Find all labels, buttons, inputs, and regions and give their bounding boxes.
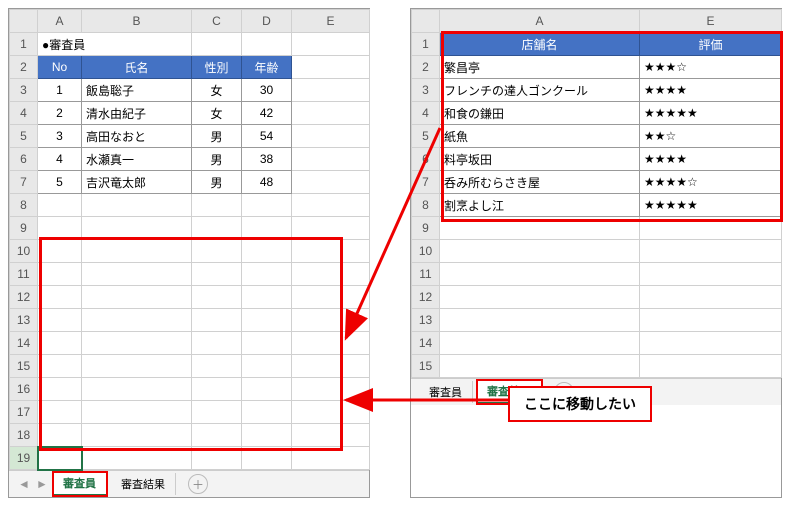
row-header[interactable]: 18 [10,424,38,447]
active-cell[interactable] [38,447,82,470]
col-header-B[interactable]: B [82,10,192,33]
row-header[interactable]: 6 [412,148,440,171]
row-header[interactable]: 13 [412,309,440,332]
row-header[interactable]: 15 [412,355,440,378]
add-sheet-icon[interactable]: ＋ [188,474,208,494]
header-sex[interactable]: 性別 [192,56,242,79]
row-header[interactable]: 16 [10,378,38,401]
row-header[interactable]: 9 [412,217,440,240]
cell[interactable]: 料亭坂田 [440,148,640,171]
header-shop[interactable]: 店舗名 [440,33,640,56]
row-header[interactable]: 8 [10,194,38,217]
tab-judges[interactable]: 審査員 [419,381,473,403]
row-header[interactable]: 11 [10,263,38,286]
tab-nav-next-icon[interactable]: ► [35,477,49,491]
row-header[interactable]: 13 [10,309,38,332]
cell[interactable]: ★★★★ [640,79,782,102]
row-header[interactable]: 17 [10,401,38,424]
cell[interactable]: 呑み所むらさき屋 [440,171,640,194]
cell[interactable]: 高田なおと [82,125,192,148]
row-header[interactable]: 2 [412,56,440,79]
cell[interactable]: フレンチの達人ゴンクール [440,79,640,102]
cell[interactable]: 男 [192,171,242,194]
col-header-C[interactable]: C [192,10,242,33]
left-grid[interactable]: A B C D E 1 ●審査員 2 No 氏名 性別 年齢 3 1 [9,9,370,470]
row-header[interactable]: 12 [412,286,440,309]
row-header[interactable]: 7 [10,171,38,194]
cell[interactable]: 和食の鎌田 [440,102,640,125]
cell[interactable]: 清水由紀子 [82,102,192,125]
row-header[interactable]: 5 [412,125,440,148]
row-header[interactable]: 15 [10,355,38,378]
row-header[interactable]: 11 [412,263,440,286]
row-header[interactable]: 5 [10,125,38,148]
cell[interactable]: 女 [192,79,242,102]
header-rating[interactable]: 評価 [640,33,782,56]
row-header[interactable]: 10 [10,240,38,263]
row-header[interactable]: 1 [412,33,440,56]
row-header[interactable]: 4 [10,102,38,125]
cell[interactable]: 繁昌亭 [440,56,640,79]
col-header-E[interactable]: E [640,10,782,33]
row-header[interactable]: 7 [412,171,440,194]
row-header[interactable]: 3 [10,79,38,102]
left-workbook-pane: A B C D E 1 ●審査員 2 No 氏名 性別 年齢 3 1 [8,8,370,498]
row-header[interactable]: 12 [10,286,38,309]
cell[interactable]: 吉沢竜太郎 [82,171,192,194]
cell[interactable]: 割烹よし江 [440,194,640,217]
cell[interactable]: ★★★★★ [640,102,782,125]
cell[interactable]: 水瀬真一 [82,148,192,171]
row-header[interactable]: 6 [10,148,38,171]
cell[interactable]: ★★★☆ [640,56,782,79]
cell[interactable]: 38 [242,148,292,171]
cell[interactable]: ★★★★ [640,148,782,171]
cell[interactable]: 30 [242,79,292,102]
row-header[interactable]: 14 [10,332,38,355]
col-header-A[interactable]: A [440,10,640,33]
cell[interactable]: 3 [38,125,82,148]
row-header[interactable]: 14 [412,332,440,355]
title-cell[interactable]: ●審査員 [38,33,192,56]
row-header[interactable]: 19 [10,447,38,470]
row-header[interactable]: 1 [10,33,38,56]
cell[interactable]: 48 [242,171,292,194]
tab-results[interactable]: 審査結果 [111,473,176,495]
cell[interactable]: ★★★★★ [640,194,782,217]
row-header[interactable]: 9 [10,217,38,240]
col-header-A[interactable]: A [38,10,82,33]
row-header[interactable]: 10 [412,240,440,263]
row-header[interactable]: 4 [412,102,440,125]
cell[interactable]: 4 [38,148,82,171]
row-header[interactable]: 2 [10,56,38,79]
cell[interactable]: 5 [38,171,82,194]
cell[interactable]: 男 [192,148,242,171]
cell[interactable]: 1 [38,79,82,102]
tab-nav-prev-icon[interactable]: ◄ [17,477,31,491]
right-grid[interactable]: A E 1 店舗名 評価 2 繁昌亭 ★★★☆ 3 フレンチの達人ゴンクール ★… [411,9,782,378]
tab-judges[interactable]: 審査員 [53,472,107,496]
right-workbook-pane: A E 1 店舗名 評価 2 繁昌亭 ★★★☆ 3 フレンチの達人ゴンクール ★… [410,8,782,498]
header-name[interactable]: 氏名 [82,56,192,79]
left-tabbar: ◄ ► 審査員 審査結果 ＋ [9,470,369,497]
header-no[interactable]: No [38,56,82,79]
cell[interactable]: 42 [242,102,292,125]
row-header[interactable]: 3 [412,79,440,102]
cell[interactable]: 紙魚 [440,125,640,148]
cell[interactable]: 54 [242,125,292,148]
annotation-callout: ここに移動したい [508,386,652,422]
col-header-D[interactable]: D [242,10,292,33]
row-header[interactable]: 8 [412,194,440,217]
select-all-corner[interactable] [10,10,38,33]
col-header-E[interactable]: E [292,10,370,33]
cell[interactable]: ★★★★☆ [640,171,782,194]
cell[interactable]: 飯島聡子 [82,79,192,102]
cell[interactable]: ★★☆ [640,125,782,148]
cell[interactable]: 女 [192,102,242,125]
cell[interactable]: 2 [38,102,82,125]
header-age[interactable]: 年齢 [242,56,292,79]
select-all-corner[interactable] [412,10,440,33]
cell[interactable]: 男 [192,125,242,148]
